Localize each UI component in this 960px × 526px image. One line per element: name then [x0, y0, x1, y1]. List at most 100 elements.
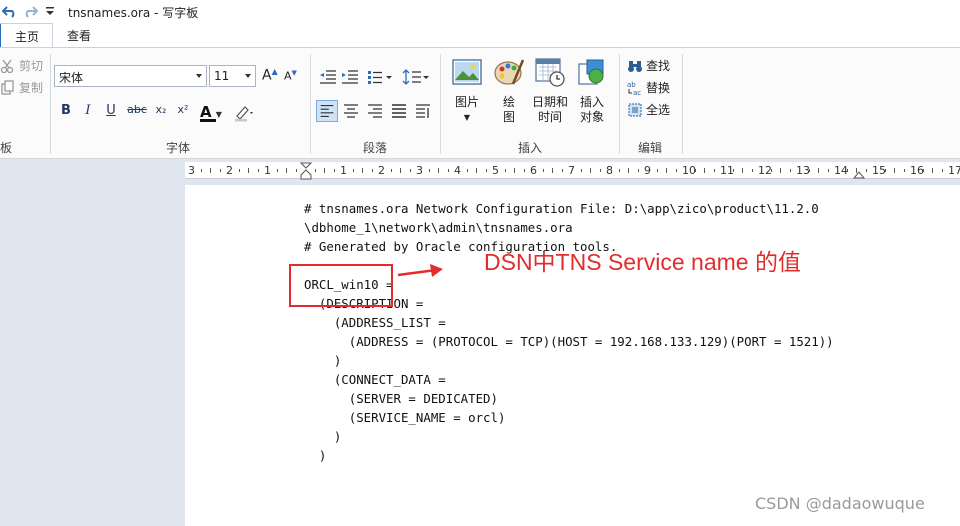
- ruler-tick: [314, 169, 316, 172]
- bullets-icon[interactable]: [366, 68, 394, 86]
- line-spacing-icon[interactable]: [402, 68, 430, 86]
- select-all-button[interactable]: 全选: [627, 101, 670, 118]
- tab-home[interactable]: 主页: [0, 23, 53, 48]
- ruler-tick: [276, 169, 278, 172]
- ruler-tick: [580, 169, 582, 172]
- ruler-tick: [808, 169, 810, 172]
- paint-drawing-button[interactable]: 绘 图: [490, 56, 528, 125]
- annotation-label: DSN中TNS Service name 的值: [484, 249, 801, 275]
- object-icon: [578, 59, 604, 85]
- ruler-number: 1: [340, 164, 347, 177]
- ruler-number: 2: [378, 164, 385, 177]
- ruler-number: 5: [492, 164, 499, 177]
- chevron-down-icon: [245, 74, 251, 78]
- binoculars-icon: [628, 60, 642, 72]
- superscript-button[interactable]: x²: [174, 103, 192, 121]
- ruler-tick: [846, 169, 848, 172]
- ruler[interactable]: 3 2 1 1 2 3 4 5 6 7 8 9 10 11 12 13 14 15 16 17: [185, 162, 960, 180]
- ruler-tick: [400, 168, 401, 173]
- ruler-tick: [485, 169, 487, 172]
- cut-label: 剪切: [19, 59, 44, 73]
- copy-label: 复制: [19, 81, 44, 95]
- find-button[interactable]: 查找: [627, 57, 670, 74]
- bold-button[interactable]: B: [58, 103, 74, 121]
- right-indent-marker[interactable]: [853, 162, 865, 180]
- select-all-icon: [628, 103, 642, 116]
- increase-indent-icon[interactable]: [340, 68, 360, 86]
- document-line: (SERVICE_NAME = orcl): [304, 410, 506, 425]
- annotation-arrow-icon: [397, 264, 443, 277]
- ruler-tick: [476, 168, 477, 173]
- paragraph-icon[interactable]: [413, 102, 433, 120]
- insert-object-label-2: 对象: [579, 110, 604, 124]
- group-divider: [440, 54, 441, 154]
- ruler-tick: [732, 169, 734, 172]
- group-divider: [682, 54, 683, 154]
- tab-view[interactable]: 查看: [67, 27, 91, 44]
- document-page[interactable]: [185, 185, 960, 526]
- ruler-tick: [590, 168, 591, 173]
- copy-icon: [1, 79, 14, 95]
- chevron-down-icon: ▼: [215, 110, 222, 119]
- paint-label-1: 绘: [502, 95, 515, 109]
- ruler-number: 4: [454, 164, 461, 177]
- underline-button[interactable]: U: [103, 103, 119, 121]
- document-line: (ADDRESS = (PROTOCOL = TCP)(HOST = 192.1…: [304, 334, 834, 349]
- replace-button[interactable]: ab ac 替换: [627, 79, 670, 96]
- ruler-tick: [295, 169, 297, 172]
- ruler-tick: [865, 169, 867, 172]
- group-divider: [619, 54, 620, 154]
- ribbon-tabs: 主页 查看: [0, 23, 960, 48]
- workspace-left: [0, 159, 185, 526]
- ruler-number: 6: [530, 164, 537, 177]
- ruler-tick: [286, 168, 287, 173]
- insert-object-button[interactable]: 插入 对象: [573, 56, 611, 125]
- ruler-tick: [941, 169, 943, 172]
- date-time-label-2: 时间: [537, 110, 562, 124]
- italic-button[interactable]: I: [80, 103, 96, 121]
- chevron-down-icon: ▼: [463, 113, 471, 122]
- ruler-tick: [884, 169, 886, 172]
- font-family-select[interactable]: 宋体: [54, 65, 207, 87]
- scissors-icon: [0, 59, 14, 73]
- align-center-icon[interactable]: [341, 102, 361, 120]
- ruler-tick: [932, 168, 933, 173]
- redo-icon[interactable]: [22, 3, 38, 19]
- picture-icon: [452, 59, 482, 85]
- font-size-value: 11: [214, 69, 230, 83]
- ruler-tick: [694, 169, 696, 172]
- cut-button[interactable]: 剪切: [0, 57, 43, 74]
- grow-font-button[interactable]: A▲: [262, 67, 282, 85]
- strikethrough-button[interactable]: abc: [124, 103, 150, 121]
- insert-picture-button[interactable]: 图片 ▼: [448, 56, 486, 125]
- insert-picture-label: 图片: [454, 95, 479, 109]
- undo-icon[interactable]: [2, 3, 18, 19]
- ruler-tick: [713, 169, 715, 172]
- paragraph-group-label: 段落: [363, 141, 388, 155]
- customize-qa-icon[interactable]: [42, 3, 58, 19]
- first-line-indent-marker[interactable]: [300, 162, 312, 180]
- align-left-icon[interactable]: [316, 100, 338, 122]
- ruler-tick: [599, 169, 601, 172]
- ruler-tick: [770, 169, 772, 172]
- ruler-tick: [818, 168, 819, 173]
- copy-button[interactable]: 复制: [0, 79, 43, 96]
- group-divider: [310, 54, 311, 154]
- document-line: ): [304, 353, 342, 368]
- date-time-button[interactable]: 日期和 时间: [528, 56, 572, 125]
- ruler-tick: [438, 168, 439, 173]
- ruler-tick: [903, 169, 905, 172]
- font-size-select[interactable]: 11: [209, 65, 256, 87]
- group-divider: [50, 54, 51, 154]
- find-label: 查找: [646, 59, 671, 73]
- ruler-tick: [447, 169, 449, 172]
- ruler-tick: [742, 168, 743, 173]
- subscript-button[interactable]: x₂: [152, 103, 170, 121]
- shrink-font-button[interactable]: A▼: [284, 69, 304, 87]
- ruler-tick: [523, 169, 525, 172]
- highlighter-icon[interactable]: [233, 104, 253, 122]
- align-right-icon[interactable]: [365, 102, 385, 120]
- justify-icon[interactable]: [389, 102, 409, 120]
- text-color-button[interactable]: A ▼: [200, 103, 228, 122]
- decrease-indent-icon[interactable]: [318, 68, 338, 86]
